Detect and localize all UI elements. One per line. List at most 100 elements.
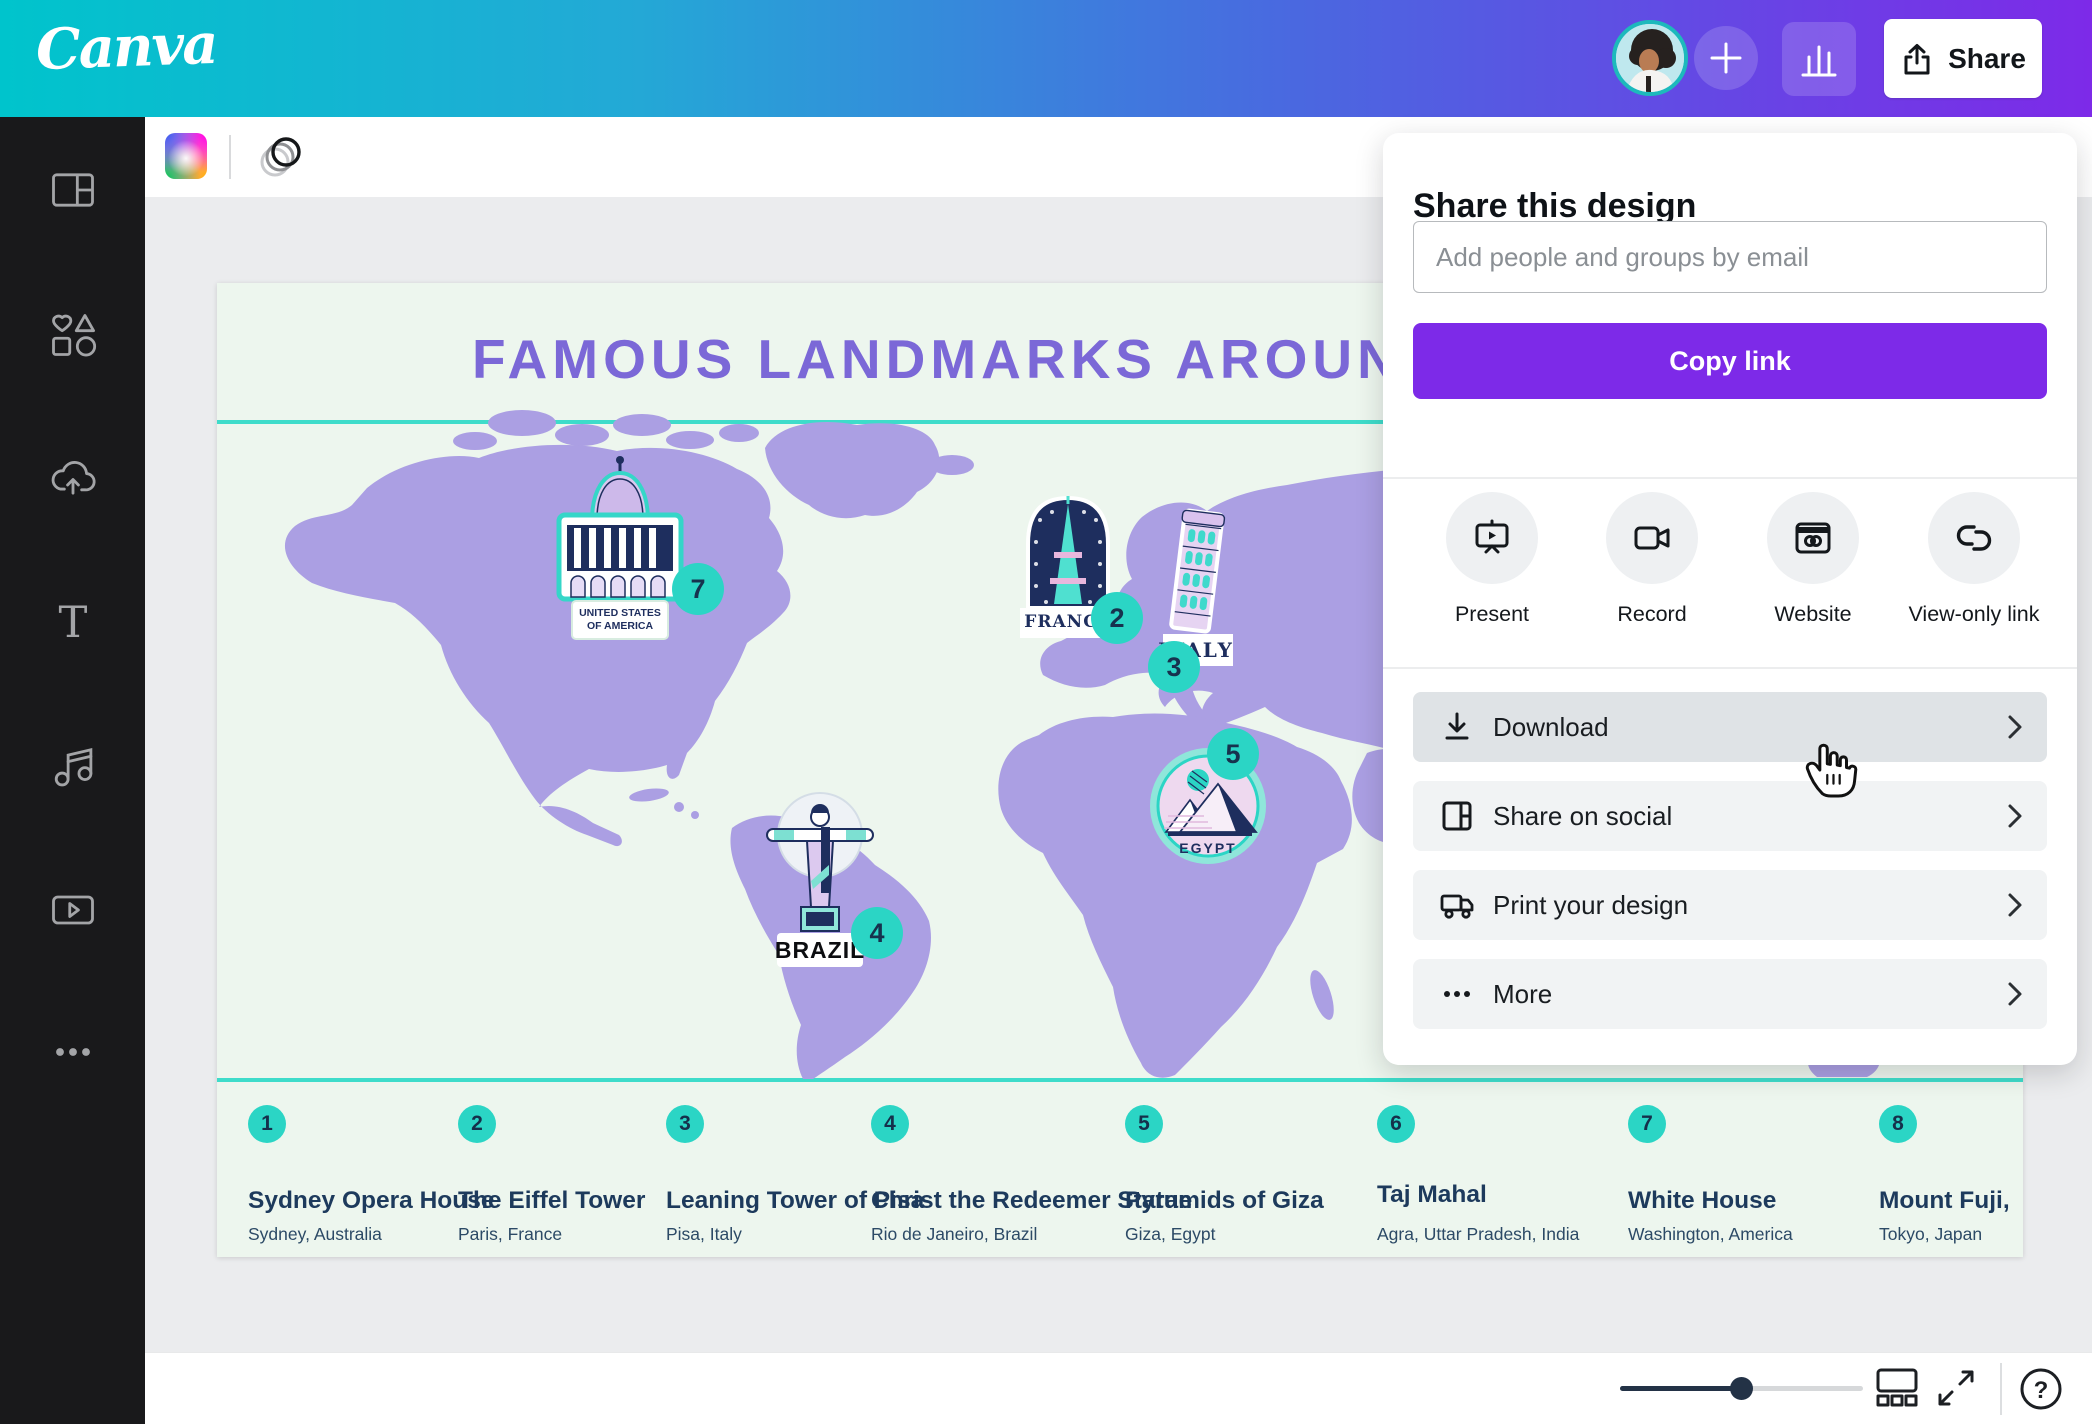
svg-text:?: ? bbox=[2034, 1377, 2049, 1404]
panel-divider bbox=[1383, 477, 2077, 479]
view-only-link-label: View-only link bbox=[1894, 602, 2054, 627]
chevron-right-icon bbox=[2005, 891, 2025, 919]
share-on-social-row[interactable]: Share on social bbox=[1413, 781, 2047, 851]
download-icon bbox=[1439, 709, 1475, 745]
share-button[interactable]: Share bbox=[1884, 19, 2042, 98]
sidebar-item-text[interactable]: T bbox=[47, 596, 99, 648]
object-panel-sidebar: T bbox=[0, 117, 145, 1424]
landmark-location: Giza, Egypt bbox=[1125, 1224, 1215, 1245]
landmark-name: Taj Mahal bbox=[1377, 1181, 1487, 1209]
animate-button[interactable] bbox=[251, 129, 307, 185]
zoom-slider-fill bbox=[1620, 1386, 1738, 1391]
map-marker-number: 5 bbox=[1225, 739, 1240, 770]
sidebar-item-templates[interactable] bbox=[47, 164, 99, 216]
landmark-name: Pyramids of Giza bbox=[1125, 1187, 1324, 1215]
map-marker-4[interactable]: 4 bbox=[851, 907, 903, 959]
animate-circles-icon bbox=[251, 129, 307, 185]
map-marker-5[interactable]: 5 bbox=[1207, 728, 1259, 780]
toolbar-divider bbox=[229, 135, 231, 179]
sticker-usa-capitol[interactable]: UNITED STATES OF AMERICA bbox=[545, 451, 695, 643]
landmark-name: White House bbox=[1628, 1187, 1776, 1215]
landmark-name: Mount Fuji, bbox=[1879, 1187, 2010, 1215]
add-people-input[interactable] bbox=[1413, 221, 2047, 293]
copy-link-button[interactable]: Copy link bbox=[1413, 323, 2047, 399]
sidebar-item-audio[interactable] bbox=[47, 740, 99, 792]
landmark-name: The Eiffel Tower bbox=[458, 1187, 645, 1215]
chevron-right-icon bbox=[2005, 802, 2025, 830]
sidebar-item-elements[interactable] bbox=[47, 309, 99, 361]
landmark-location: Tokyo, Japan bbox=[1879, 1224, 1982, 1245]
landmark-item-8[interactable]: 8 Mount Fuji, Tokyo, Japan bbox=[1879, 1105, 2023, 1245]
insights-button[interactable] bbox=[1782, 22, 1856, 96]
record-icon bbox=[1630, 516, 1674, 560]
fullscreen-button[interactable] bbox=[1934, 1366, 1978, 1410]
plus-icon bbox=[1709, 41, 1743, 75]
landmark-location: Agra, Uttar Pradesh, India bbox=[1377, 1224, 1579, 1245]
add-button[interactable] bbox=[1694, 26, 1758, 90]
avatar[interactable] bbox=[1612, 20, 1688, 96]
text-icon: T bbox=[47, 596, 99, 648]
map-marker-number: 2 bbox=[1109, 603, 1124, 634]
download-row[interactable]: Download bbox=[1413, 692, 2047, 762]
landmark-item-1[interactable]: 1 Sydney Opera House Sydney, Australia bbox=[248, 1105, 463, 1245]
pages-grid-icon bbox=[1874, 1365, 1920, 1411]
website-button[interactable]: Website bbox=[1733, 492, 1893, 627]
top-bar: Canva bbox=[0, 0, 2092, 117]
landmark-number-badge: 3 bbox=[666, 1105, 704, 1143]
landmark-location: Rio de Janeiro, Brazil bbox=[871, 1224, 1037, 1245]
chevron-right-icon bbox=[2005, 980, 2025, 1008]
landmark-item-6[interactable]: 6 Taj Mahal Agra, Uttar Pradesh, India bbox=[1377, 1105, 1592, 1245]
sidebar-item-more[interactable] bbox=[47, 1026, 99, 1078]
map-marker-number: 4 bbox=[869, 918, 884, 949]
audio-icon bbox=[47, 740, 99, 792]
landmark-item-4[interactable]: 4 Christ the Redeemer Statue Rio de Jane… bbox=[871, 1105, 1086, 1245]
record-button[interactable]: Record bbox=[1572, 492, 1732, 627]
bar-chart-icon bbox=[1797, 37, 1841, 81]
panel-divider bbox=[1383, 667, 2077, 669]
landmark-item-7[interactable]: 7 White House Washington, America bbox=[1628, 1105, 1843, 1245]
help-icon: ? bbox=[2018, 1366, 2064, 1412]
present-button[interactable]: Present bbox=[1412, 492, 1572, 627]
present-label: Present bbox=[1412, 602, 1572, 627]
print-truck-icon bbox=[1439, 887, 1475, 923]
canva-logo[interactable]: Canva bbox=[35, 11, 218, 83]
more-dots-icon bbox=[1439, 976, 1475, 1012]
zoom-slider-thumb[interactable] bbox=[1730, 1377, 1753, 1400]
landmark-item-5[interactable]: 5 Pyramids of Giza Giza, Egypt bbox=[1125, 1105, 1340, 1245]
sidebar-item-videos[interactable] bbox=[47, 884, 99, 936]
map-marker-2[interactable]: 2 bbox=[1091, 592, 1143, 644]
help-button[interactable]: ? bbox=[2018, 1366, 2064, 1412]
more-icon bbox=[47, 1026, 99, 1078]
download-label: Download bbox=[1493, 712, 1609, 743]
share-social-icon bbox=[1439, 798, 1475, 834]
svg-text:T: T bbox=[58, 598, 87, 648]
landmark-number-badge: 1 bbox=[248, 1105, 286, 1143]
templates-icon bbox=[47, 164, 99, 216]
landmark-location: Pisa, Italy bbox=[666, 1224, 742, 1245]
landmark-item-2[interactable]: 2 The Eiffel Tower Paris, France bbox=[458, 1105, 673, 1245]
record-label: Record bbox=[1572, 602, 1732, 627]
zoom-slider[interactable] bbox=[1620, 1386, 1863, 1391]
view-only-link-icon bbox=[1952, 516, 1996, 560]
website-icon bbox=[1791, 516, 1835, 560]
expand-icon bbox=[1934, 1366, 1978, 1410]
landmark-location: Sydney, Australia bbox=[248, 1224, 382, 1245]
map-marker-3[interactable]: 3 bbox=[1148, 641, 1200, 693]
user-avatar-image bbox=[1616, 24, 1684, 92]
view-only-link-button[interactable]: View-only link bbox=[1894, 492, 2054, 627]
print-your-design-label: Print your design bbox=[1493, 890, 1688, 921]
share-panel: Share this design Copy link Present Reco… bbox=[1383, 133, 2077, 1065]
pages-view-button[interactable] bbox=[1874, 1365, 1920, 1411]
print-your-design-row[interactable]: Print your design bbox=[1413, 870, 2047, 940]
landmark-number-badge: 7 bbox=[1628, 1105, 1666, 1143]
website-label: Website bbox=[1733, 602, 1893, 627]
landmark-number-badge: 4 bbox=[871, 1105, 909, 1143]
landmark-location: Washington, America bbox=[1628, 1224, 1793, 1245]
more-row[interactable]: More bbox=[1413, 959, 2047, 1029]
landmark-item-3[interactable]: 3 Leaning Tower of Pisa Pisa, Italy bbox=[666, 1105, 881, 1245]
map-marker-number: 3 bbox=[1166, 652, 1181, 683]
map-marker-7[interactable]: 7 bbox=[672, 563, 724, 615]
background-color-swatch[interactable] bbox=[165, 133, 207, 179]
sidebar-item-uploads[interactable] bbox=[47, 453, 99, 505]
share-on-social-label: Share on social bbox=[1493, 801, 1672, 832]
